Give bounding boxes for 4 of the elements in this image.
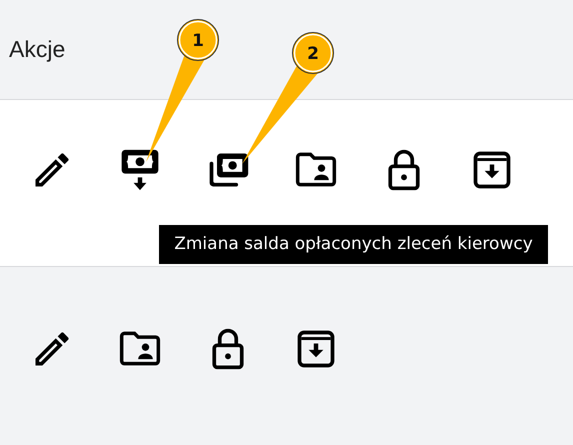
tooltip: Zmiana salda opłaconych zleceń kierowcy [159, 225, 548, 264]
callout-badge: 1 [177, 19, 219, 61]
callout-badge: 2 [292, 32, 334, 74]
column-header: Akcje [9, 35, 66, 64]
